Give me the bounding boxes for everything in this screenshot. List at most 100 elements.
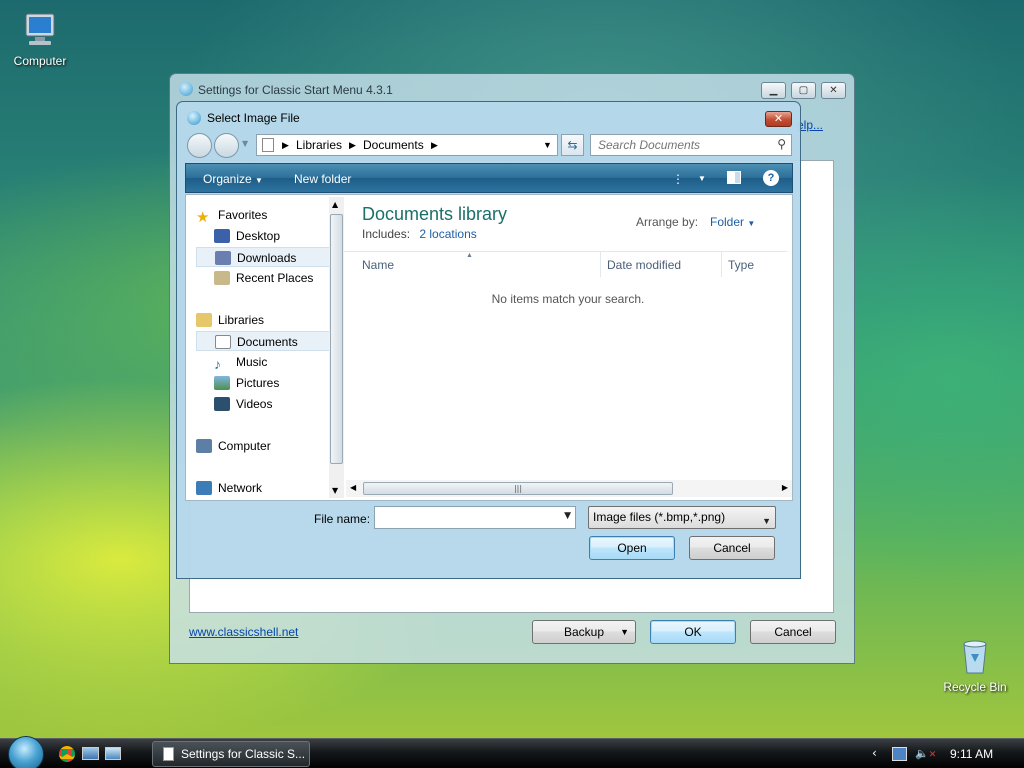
search-icon: ⚲ (777, 137, 786, 151)
back-button[interactable] (187, 133, 212, 158)
help-icon[interactable]: ? (763, 170, 779, 186)
chrome-icon[interactable] (59, 746, 75, 762)
search-box[interactable]: ⚲ (590, 134, 792, 156)
sort-ascending-icon: ▲ (466, 252, 473, 259)
downloads-icon (215, 251, 231, 265)
dialog-close-button[interactable]: ✕ (765, 111, 792, 127)
nav-desktop-label: Desktop (236, 229, 281, 243)
views-button[interactable]: ⋮ (672, 172, 684, 186)
desktop-recycle-label: Recycle Bin (943, 680, 1007, 694)
empty-message: No items match your search. (491, 292, 645, 306)
refresh-button[interactable]: ⇆ (561, 134, 584, 156)
nav-vertical-scrollbar[interactable]: ▲ ▼ (329, 197, 344, 498)
breadcrumb-arrow-icon: ▶ (431, 140, 438, 150)
arrange-by-dropdown[interactable]: Folder ▼ (710, 215, 755, 229)
column-type-label: Type (728, 258, 755, 272)
show-desktop-icon[interactable] (82, 747, 99, 760)
filename-dropdown-icon[interactable]: ▼ (564, 511, 571, 521)
computer-small-icon (196, 439, 212, 453)
file-type-select[interactable]: Image files (*.bmp,*.png) ▼ (588, 506, 776, 529)
volume-muted-icon[interactable]: 🔈✕ (915, 747, 936, 760)
explorer-icon[interactable] (105, 747, 121, 760)
file-type-value: Image files (*.bmp,*.png) (593, 510, 726, 524)
nav-libraries[interactable]: Libraries (196, 310, 332, 330)
address-bar[interactable]: ▶ Libraries ▶ Documents ▶ ▼ (256, 134, 558, 156)
library-includes: Includes: 2 locations (362, 227, 477, 241)
select-image-dialog: Select Image File ✕ ▼ ▶ Libraries ▶ Docu… (176, 101, 801, 579)
scroll-left-icon[interactable]: ◀ (350, 483, 356, 492)
breadcrumb-documents[interactable]: Documents (363, 138, 424, 152)
nav-pictures[interactable]: Pictures (196, 373, 332, 393)
command-toolbar: Organize ▼ New folder ⋮ ▼ ? (185, 163, 793, 193)
filename-label: File name: (314, 512, 371, 526)
backup-dropdown-icon: ▼ (620, 627, 629, 637)
nav-videos[interactable]: Videos (196, 394, 332, 414)
file-scroll-thumb[interactable]: ||| (363, 482, 673, 495)
folder-icon (262, 138, 274, 152)
search-input[interactable] (591, 135, 766, 155)
tray-expand-icon[interactable]: ‹ (872, 746, 877, 760)
file-horizontal-scrollbar[interactable]: ◀ ||| ▶ (346, 480, 792, 497)
scroll-right-icon[interactable]: ▶ (782, 483, 788, 492)
task-label: Settings for Classic S... (181, 747, 306, 761)
new-folder-button[interactable]: New folder (294, 172, 351, 186)
star-icon: ★ (196, 209, 210, 226)
task-document-icon (163, 747, 174, 761)
dialog-cancel-button[interactable]: Cancel (689, 536, 775, 560)
organize-label: Organize (203, 172, 252, 186)
breadcrumb-libraries[interactable]: Libraries (296, 138, 342, 152)
breadcrumb-arrow-icon: ▶ (349, 140, 356, 150)
organize-button[interactable]: Organize ▼ (203, 172, 263, 186)
nav-computer[interactable]: Computer (196, 436, 332, 456)
clock[interactable]: 9:11 AM (950, 747, 993, 761)
open-button[interactable]: Open (589, 536, 675, 560)
maximize-button[interactable]: ▢ (791, 82, 816, 99)
desktop-recycle-bin-icon[interactable]: Recycle Bin (935, 636, 1015, 694)
network-tray-icon[interactable] (892, 747, 907, 761)
includes-label: Includes: (362, 227, 411, 241)
breadcrumb-arrow-icon: ▶ (282, 140, 289, 150)
forward-button[interactable] (214, 133, 239, 158)
column-name-label: Name (362, 258, 395, 272)
column-type[interactable]: Type (721, 251, 787, 277)
filename-combobox[interactable]: ▼ (374, 506, 576, 529)
start-button[interactable] (8, 736, 44, 768)
nav-music[interactable]: ♪ Music (196, 352, 332, 372)
nav-favorites-label: Favorites (218, 208, 268, 222)
music-icon: ♪ (214, 356, 221, 372)
navigation-pane: ★ Favorites Desktop Downloads Recent Plac… (186, 195, 336, 500)
address-dropdown-icon[interactable]: ▼ (543, 140, 552, 150)
recent-places-icon (214, 271, 230, 285)
scroll-up-icon[interactable]: ▲ (332, 200, 338, 209)
settings-cancel-button[interactable]: Cancel (750, 620, 836, 644)
arrange-by-label: Arrange by: (636, 215, 699, 229)
nav-scroll-thumb[interactable] (330, 214, 343, 464)
column-date-modified[interactable]: Date modified (600, 251, 721, 277)
taskbar-settings-task[interactable]: Settings for Classic S... (152, 741, 310, 767)
nav-downloads-label: Downloads (237, 251, 297, 265)
backup-button[interactable]: Backup ▼ (532, 620, 636, 644)
filename-input[interactable] (375, 507, 555, 528)
column-name[interactable]: Name ▲ (344, 251, 600, 277)
desktop-computer-label: Computer (13, 54, 67, 68)
ok-button[interactable]: OK (650, 620, 736, 644)
backup-label: Backup (563, 625, 605, 639)
includes-locations-link[interactable]: 2 locations (419, 227, 476, 241)
nav-recent-places[interactable]: Recent Places (196, 268, 332, 288)
desktop-computer-icon[interactable]: Computer (0, 10, 80, 68)
scroll-down-icon[interactable]: ▼ (332, 486, 338, 495)
minimize-button[interactable]: ▁ (761, 82, 786, 99)
nav-favorites[interactable]: ★ Favorites (196, 205, 332, 226)
settings-close-button[interactable]: ✕ (821, 82, 846, 99)
website-link[interactable]: www.classicshell.net (189, 625, 298, 639)
nav-downloads[interactable]: Downloads (196, 247, 332, 267)
nav-desktop[interactable]: Desktop (196, 226, 332, 246)
history-dropdown-icon[interactable]: ▼ (242, 139, 248, 148)
views-dropdown-icon[interactable]: ▼ (698, 174, 706, 183)
nav-documents[interactable]: Documents (196, 331, 332, 351)
nav-network[interactable]: Network (196, 478, 332, 498)
arrange-by-value: Folder (710, 215, 745, 229)
preview-pane-icon[interactable] (727, 171, 741, 184)
nav-pictures-label: Pictures (236, 376, 280, 390)
file-list-pane: Documents library Includes: 2 locations … (344, 195, 792, 500)
